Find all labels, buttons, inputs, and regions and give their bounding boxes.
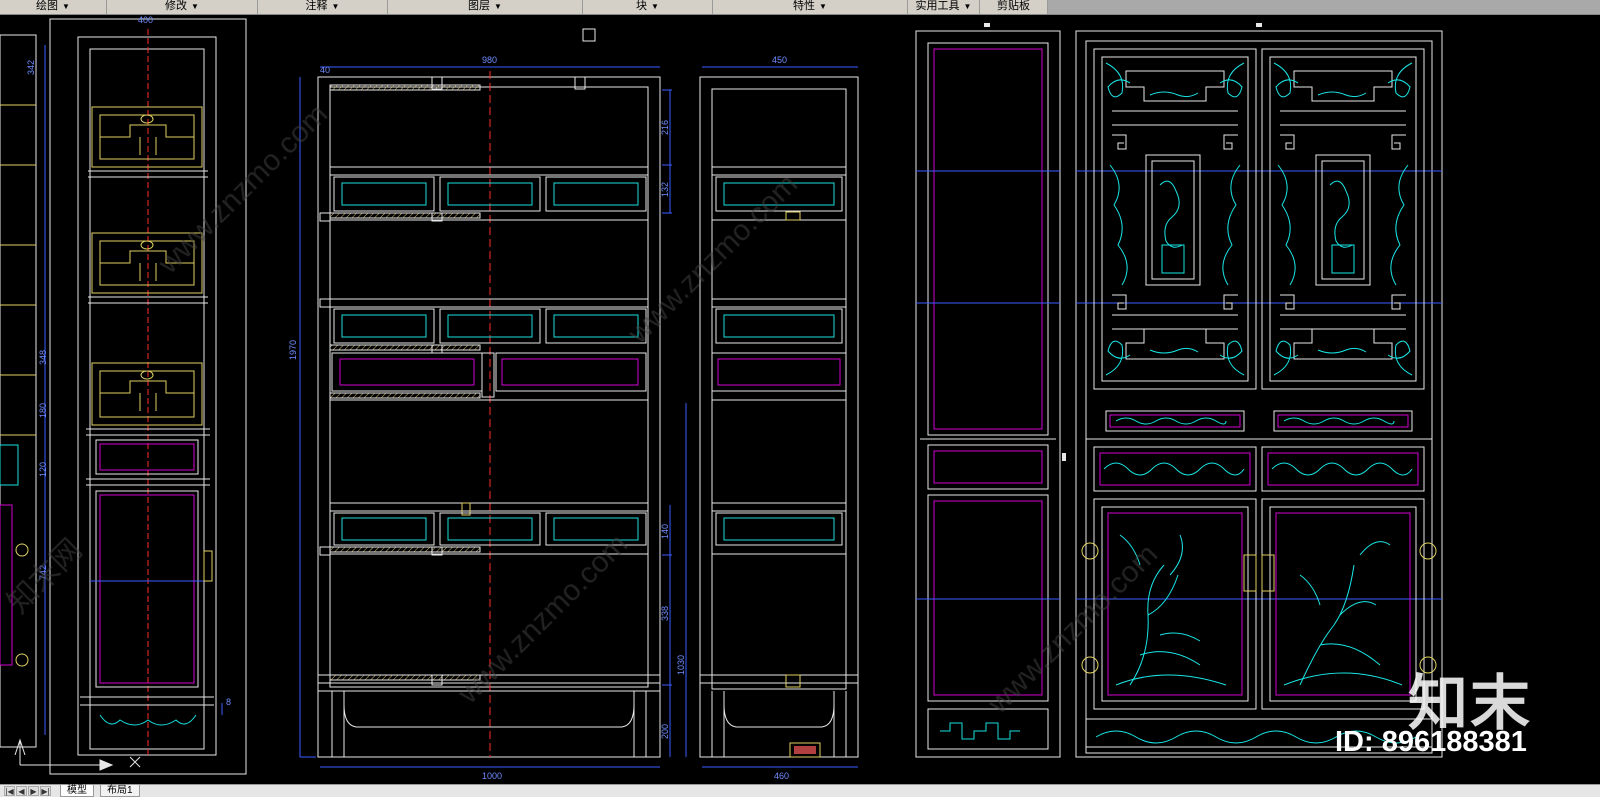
- first-tab-button[interactable]: |◀: [4, 786, 15, 796]
- ribbon-clipboard-label: 剪贴板: [997, 0, 1030, 12]
- ribbon-utilities-label: 实用工具: [915, 0, 960, 12]
- ornate-double-door-elevation: [1075, 23, 1443, 758]
- dim-348: 348: [38, 350, 48, 365]
- ribbon-annotate-label: 注释: [305, 0, 328, 12]
- dim-980: 980: [482, 55, 497, 65]
- tab-model[interactable]: 模型: [60, 785, 94, 797]
- next-tab-button[interactable]: ▶: [28, 786, 39, 796]
- dim-450: 450: [772, 55, 787, 65]
- ribbon-clipboard-panel[interactable]: 剪贴板: [980, 0, 1048, 14]
- left-partial-cabinet-view: [0, 34, 141, 771]
- chevron-down-icon: ▼: [494, 2, 502, 11]
- dim-40: 40: [320, 65, 330, 75]
- prev-tab-button[interactable]: ◀: [16, 786, 27, 796]
- ribbon-annotate-panel[interactable]: 注释 ▼: [258, 0, 388, 14]
- chevron-down-icon: ▼: [191, 2, 199, 11]
- ribbon-properties-label: 特性: [793, 0, 816, 12]
- ribbon-block-panel[interactable]: 块 ▼: [583, 0, 713, 14]
- dim-132: 132: [660, 182, 670, 197]
- dim-140: 140: [660, 524, 670, 539]
- dim-338: 338: [660, 606, 670, 621]
- dim-1970: 1970: [288, 340, 298, 360]
- ribbon-block-label: 块: [636, 0, 648, 12]
- ribbon-empty-area: [1048, 0, 1600, 14]
- ribbon-modify-panel[interactable]: 修改 ▼: [107, 0, 258, 14]
- ribbon-utilities-panel[interactable]: 实用工具 ▼: [908, 0, 980, 14]
- ribbon-draw-panel[interactable]: 绘图 ▼: [0, 0, 107, 14]
- dim-216: 216: [660, 120, 670, 135]
- layout-tab-bar: |◀ ◀ ▶ ▶| 模型 布局1: [0, 784, 1600, 797]
- chevron-down-icon: ▼: [331, 2, 340, 11]
- chevron-down-icon: ▼: [651, 2, 659, 11]
- dim-200: 200: [660, 724, 670, 739]
- chevron-down-icon: ▼: [62, 2, 70, 11]
- ribbon-layers-panel[interactable]: 图层 ▼: [388, 0, 583, 14]
- tab-layout1[interactable]: 布局1: [100, 785, 140, 797]
- ribbon-layers-label: 图层: [468, 0, 491, 12]
- watermark-text: www.znzmo.com: [981, 537, 1164, 720]
- dim-8: 8: [226, 697, 231, 707]
- ribbon-panel-bar: 绘图 ▼ 修改 ▼ 注释 ▼ 图层 ▼ 块 ▼ 特性 ▼ 实用工具 ▼ 剪贴板: [0, 0, 1600, 15]
- watermark-text: www.znzmo.com: [151, 97, 334, 280]
- dim-1030: 1030: [676, 655, 686, 675]
- last-tab-button[interactable]: ▶|: [40, 786, 51, 796]
- watermark-layer: www.znzmo.com www.znzmo.com www.znzmo.co…: [2, 97, 1164, 720]
- ribbon-draw-label: 绘图: [36, 0, 59, 12]
- chevron-down-icon: ▼: [963, 2, 972, 11]
- dim-460: 460: [774, 771, 789, 781]
- dim-180: 180: [38, 403, 48, 418]
- dim-400: 400: [138, 15, 153, 25]
- dim-120: 120: [38, 462, 48, 477]
- drawing-canvas[interactable]: 342 348 180 120 742 400 8 40 980 1970 21…: [0, 15, 1600, 784]
- dim-1000: 1000: [482, 771, 502, 781]
- chevron-down-icon: ▼: [819, 2, 827, 11]
- dim-342: 342: [26, 60, 36, 75]
- ribbon-modify-label: 修改: [165, 0, 188, 12]
- asset-id-label: ID: 896188381: [1335, 726, 1527, 758]
- narrow-cabinet-elevation: [49, 18, 247, 775]
- ribbon-properties-panel[interactable]: 特性 ▼: [713, 0, 908, 14]
- viewport-marker: [582, 28, 596, 42]
